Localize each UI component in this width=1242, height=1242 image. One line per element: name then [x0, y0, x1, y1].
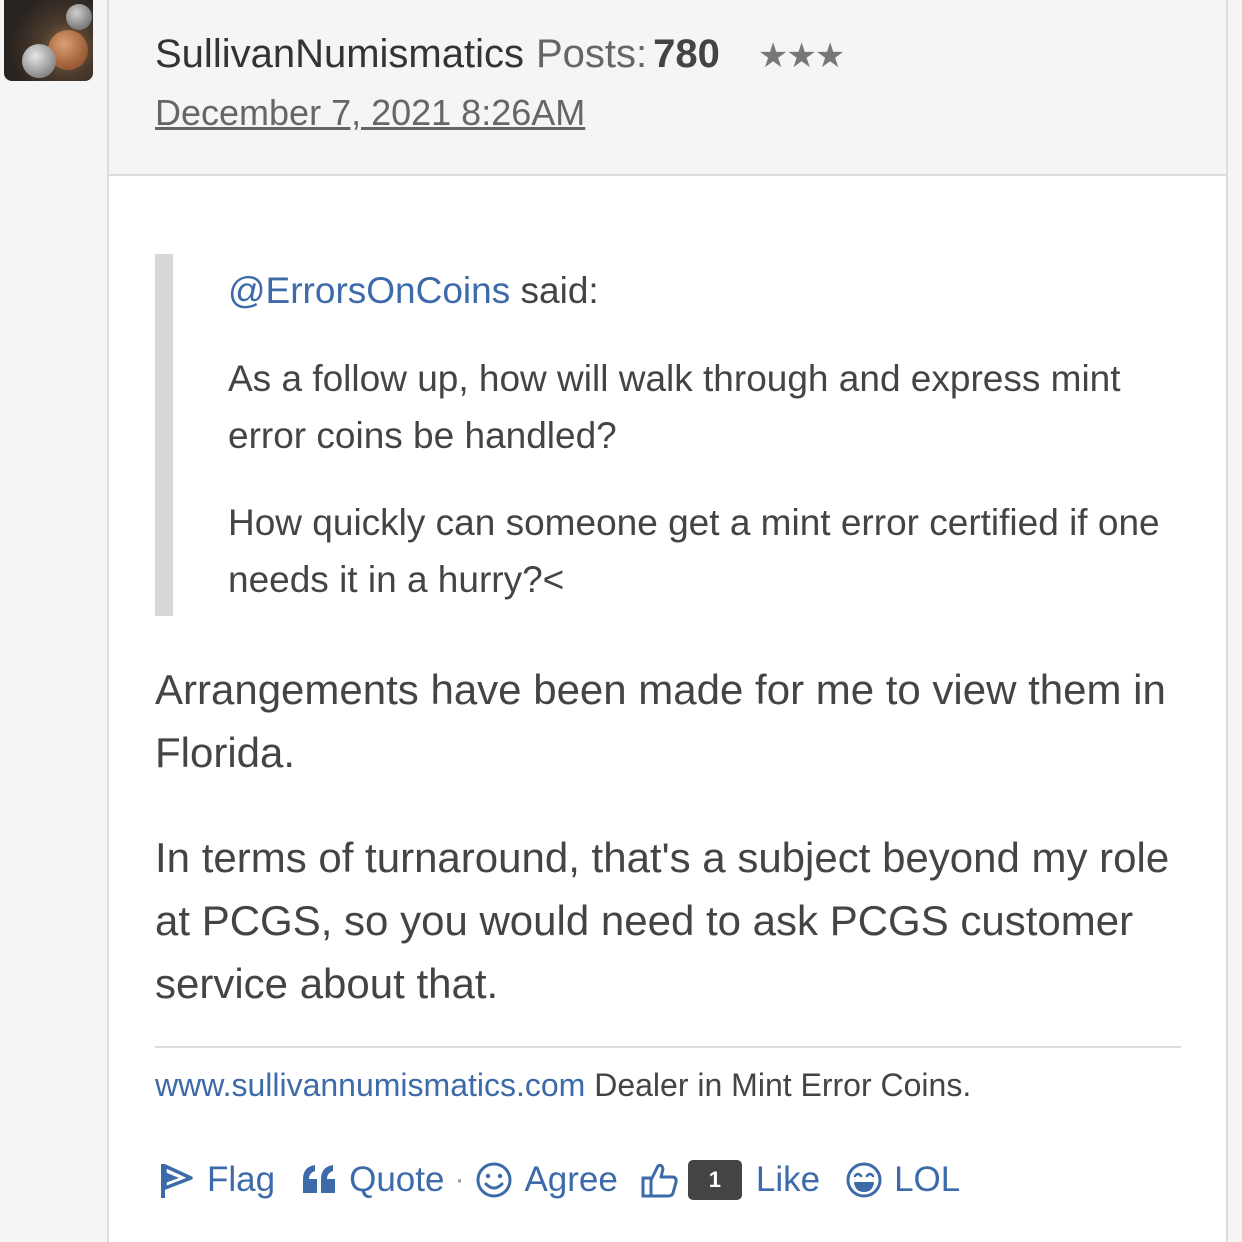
reaction-bar: Flag Quote · Agree 1 Like LOL	[155, 1150, 960, 1210]
posts-label: Posts:	[535, 32, 648, 76]
flag-button[interactable]: Flag	[155, 1160, 275, 1200]
post-paragraph: Arrangements have been made for me to vi…	[155, 666, 1166, 776]
avatar-coin	[66, 4, 92, 30]
quote-paragraph: As a follow up, how will walk through an…	[228, 358, 1121, 456]
post-paragraph: In terms of turnaround, that's a subject…	[155, 834, 1170, 1007]
posts-count: 780	[653, 32, 720, 76]
post-date-link[interactable]: December 7, 2021 8:26AM	[155, 92, 585, 134]
quote-button[interactable]: Quote	[301, 1160, 444, 1200]
laugh-icon	[844, 1160, 884, 1200]
comment-post: SullivanNumismatics Posts: 780 ★★★ December…	[107, 0, 1228, 1242]
signature-link[interactable]: www.sullivannumismatics.com	[155, 1067, 585, 1103]
said-label: said:	[520, 270, 599, 311]
agree-button[interactable]: Agree	[474, 1160, 618, 1200]
user-avatar[interactable]	[4, 0, 93, 81]
user-mention-link[interactable]: @ErrorsOnCoins	[228, 270, 510, 311]
like-label: Like	[755, 1160, 821, 1199]
quote-attribution: @ErrorsOnCoins said:	[228, 266, 599, 316]
signature-divider	[155, 1046, 1181, 1048]
author-name[interactable]: SullivanNumismatics	[155, 32, 524, 76]
quote-icon	[301, 1163, 339, 1197]
author-line: SullivanNumismatics Posts: 780 ★★★	[155, 30, 845, 80]
lol-label: LOL	[894, 1160, 961, 1199]
flag-label: Flag	[207, 1160, 276, 1199]
signature-text: Dealer in Mint Error Coins.	[594, 1067, 972, 1103]
thumbs-up-icon	[640, 1160, 680, 1200]
reaction-separator: ·	[454, 1163, 465, 1196]
quote-paragraph: How quickly can someone get a mint error…	[228, 502, 1160, 600]
page: SullivanNumismatics Posts: 780 ★★★ December…	[0, 0, 1242, 1242]
quote-label: Quote	[349, 1160, 445, 1199]
like-button[interactable]: 1 Like	[640, 1160, 820, 1200]
post-header: SullivanNumismatics Posts: 780 ★★★ December…	[109, 0, 1226, 176]
rank-stars: ★★★	[757, 37, 845, 75]
signature: www.sullivannumismatics.com Dealer in Mi…	[155, 1064, 971, 1106]
agree-label: Agree	[524, 1160, 618, 1199]
flag-icon	[155, 1160, 195, 1200]
agree-smile-icon	[474, 1160, 514, 1200]
blockquote: @ErrorsOnCoins said: As a follow up, how…	[155, 254, 1193, 616]
avatar-coin	[22, 44, 56, 78]
like-count-badge: 1	[687, 1160, 742, 1200]
lol-button[interactable]: LOL	[844, 1160, 960, 1200]
